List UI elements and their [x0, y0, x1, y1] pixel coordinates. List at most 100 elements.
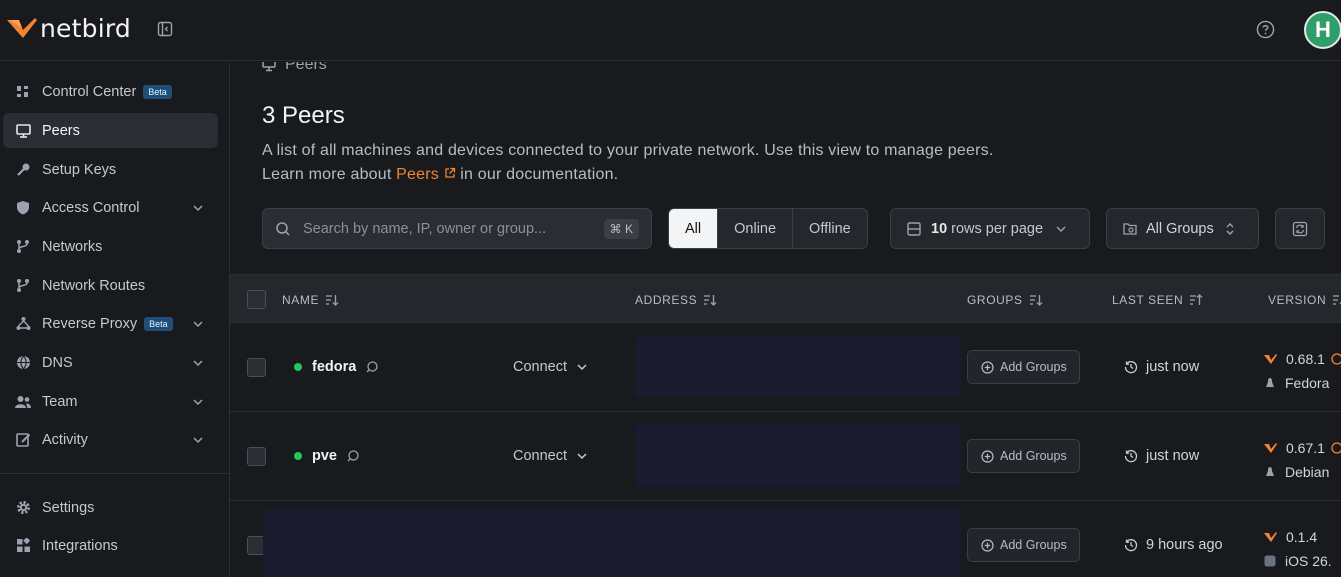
- breadcrumb[interactable]: Peers: [262, 62, 327, 74]
- filter-all[interactable]: All: [669, 209, 718, 248]
- ssh-settings-icon[interactable]: [346, 449, 360, 463]
- sidebar-divider: [0, 473, 229, 474]
- main-content: Peers 3 Peers A list of all machines and…: [230, 62, 1341, 577]
- sidebar-item-settings[interactable]: Settings: [3, 490, 218, 525]
- netbird-icon: [1264, 531, 1277, 542]
- plus-circle-icon: [981, 538, 994, 552]
- help-icon[interactable]: [1256, 20, 1275, 39]
- table-row[interactable]: Add Groups 9 hours ago 0.1.4 iOS 26.: [230, 501, 1341, 577]
- sidebar-collapse-icon[interactable]: [157, 21, 173, 37]
- external-link-icon: [444, 167, 455, 178]
- sort-icon: [1333, 295, 1341, 305]
- plus-circle-icon: [981, 360, 994, 374]
- chevron-down-icon: [193, 205, 203, 212]
- sidebar: Control Center Beta Peers Setup Keys Acc…: [0, 62, 230, 577]
- sidebar-item-team[interactable]: Team: [3, 384, 218, 419]
- table-row[interactable]: fedora Connect Add Groups just now 0.68.…: [230, 323, 1341, 412]
- column-label: GROUPS: [967, 293, 1023, 307]
- column-name[interactable]: NAME: [282, 293, 339, 307]
- peer-name[interactable]: pve: [294, 448, 360, 464]
- column-version[interactable]: VERSION: [1268, 293, 1341, 307]
- add-groups-button[interactable]: Add Groups: [967, 350, 1080, 384]
- integrations-icon: [15, 538, 31, 554]
- column-groups[interactable]: GROUPS: [967, 293, 1043, 307]
- monitor-icon: [262, 62, 276, 72]
- sidebar-item-control-center[interactable]: Control Center Beta: [3, 74, 218, 109]
- description-line: A list of all machines and devices conne…: [262, 142, 994, 159]
- sidebar-item-networks[interactable]: Networks: [3, 229, 218, 264]
- sidebar-item-label: Network Routes: [42, 277, 146, 294]
- breadcrumb-label: Peers: [285, 62, 327, 73]
- sidebar-item-activity[interactable]: Activity: [3, 422, 218, 457]
- connect-dropdown[interactable]: Connect: [513, 448, 588, 464]
- peer-name-label: fedora: [312, 359, 357, 375]
- connect-label: Connect: [513, 448, 568, 464]
- version-cell: 0.68.1 Fedora: [1264, 347, 1341, 395]
- folder-search-icon: [1123, 222, 1137, 235]
- sidebar-item-network-routes[interactable]: Network Routes: [3, 268, 218, 303]
- redacted-address: [635, 425, 961, 486]
- ssh-settings-icon[interactable]: [365, 360, 379, 374]
- sidebar-item-label: Control Center: [42, 83, 137, 100]
- version-label: 0.68.1: [1286, 351, 1325, 367]
- rows-per-page-label: rows per page: [951, 220, 1044, 237]
- connect-dropdown[interactable]: Connect: [513, 359, 588, 375]
- history-icon: [1124, 539, 1138, 552]
- column-last-seen[interactable]: LAST SEEN: [1112, 293, 1203, 307]
- search-box[interactable]: ⌘ K: [262, 208, 652, 249]
- select-all-checkbox[interactable]: [247, 290, 266, 309]
- sidebar-item-peers[interactable]: Peers: [3, 113, 218, 148]
- add-groups-button[interactable]: Add Groups: [967, 439, 1080, 473]
- beta-badge: Beta: [143, 84, 172, 99]
- search-input[interactable]: [303, 220, 593, 237]
- linux-icon: [1266, 378, 1274, 387]
- last-seen-label: just now: [1146, 359, 1200, 375]
- peers-docs-link[interactable]: Peers: [396, 166, 455, 183]
- chevron-down-icon: [577, 364, 587, 371]
- filter-offline[interactable]: Offline: [792, 209, 867, 248]
- monitor-icon: [15, 123, 31, 139]
- sort-icon: [1029, 295, 1043, 306]
- rows-per-page-select[interactable]: 10 rows per page: [890, 208, 1090, 249]
- rows-per-page-value: 10: [931, 220, 948, 237]
- refresh-icon: [1292, 221, 1308, 236]
- sidebar-item-reverse-proxy[interactable]: Reverse Proxy Beta: [3, 306, 218, 341]
- sort-asc-icon: [1190, 294, 1203, 305]
- gear-icon: [15, 500, 31, 516]
- peer-name[interactable]: fedora: [294, 359, 379, 375]
- add-groups-label: Add Groups: [1000, 360, 1067, 374]
- sidebar-item-setup-keys[interactable]: Setup Keys: [3, 152, 218, 187]
- column-label: LAST SEEN: [1112, 293, 1184, 307]
- os-label: iOS 26.: [1285, 553, 1332, 569]
- row-checkbox[interactable]: [247, 358, 266, 377]
- sidebar-item-label: Access Control: [42, 199, 140, 216]
- route-icon: [15, 278, 31, 294]
- row-checkbox[interactable]: [247, 447, 266, 466]
- sidebar-item-integrations[interactable]: Integrations: [3, 528, 218, 563]
- shield-icon: [15, 200, 31, 216]
- column-address[interactable]: ADDRESS: [635, 293, 717, 307]
- netbird-icon: [1264, 353, 1277, 364]
- version-cell: 0.1.4 iOS 26.: [1264, 525, 1332, 573]
- groups-filter-select[interactable]: All Groups: [1106, 208, 1259, 249]
- user-avatar[interactable]: H: [1304, 11, 1341, 49]
- netbird-logo[interactable]: netbird: [6, 14, 131, 43]
- update-available-icon: [1331, 442, 1341, 454]
- chevron-down-icon: [1056, 226, 1066, 232]
- add-groups-button[interactable]: Add Groups: [967, 528, 1080, 562]
- beta-badge: Beta: [144, 316, 173, 331]
- redacted-peer-info: [263, 510, 961, 577]
- sort-icon: [326, 295, 339, 306]
- connect-label: Connect: [513, 359, 568, 375]
- add-groups-label: Add Groups: [1000, 538, 1067, 552]
- filter-online[interactable]: Online: [717, 209, 793, 248]
- sidebar-item-dns[interactable]: DNS: [3, 345, 218, 380]
- page-description: A list of all machines and devices conne…: [262, 139, 993, 187]
- table-row[interactable]: pve Connect Add Groups just now 0.67.1 D…: [230, 412, 1341, 501]
- link-label: Peers: [396, 166, 439, 183]
- sort-icon: [704, 295, 717, 306]
- column-label: ADDRESS: [635, 293, 698, 307]
- refresh-button[interactable]: [1275, 208, 1325, 249]
- sidebar-item-access-control[interactable]: Access Control: [3, 190, 218, 225]
- chevron-down-icon: [193, 321, 203, 328]
